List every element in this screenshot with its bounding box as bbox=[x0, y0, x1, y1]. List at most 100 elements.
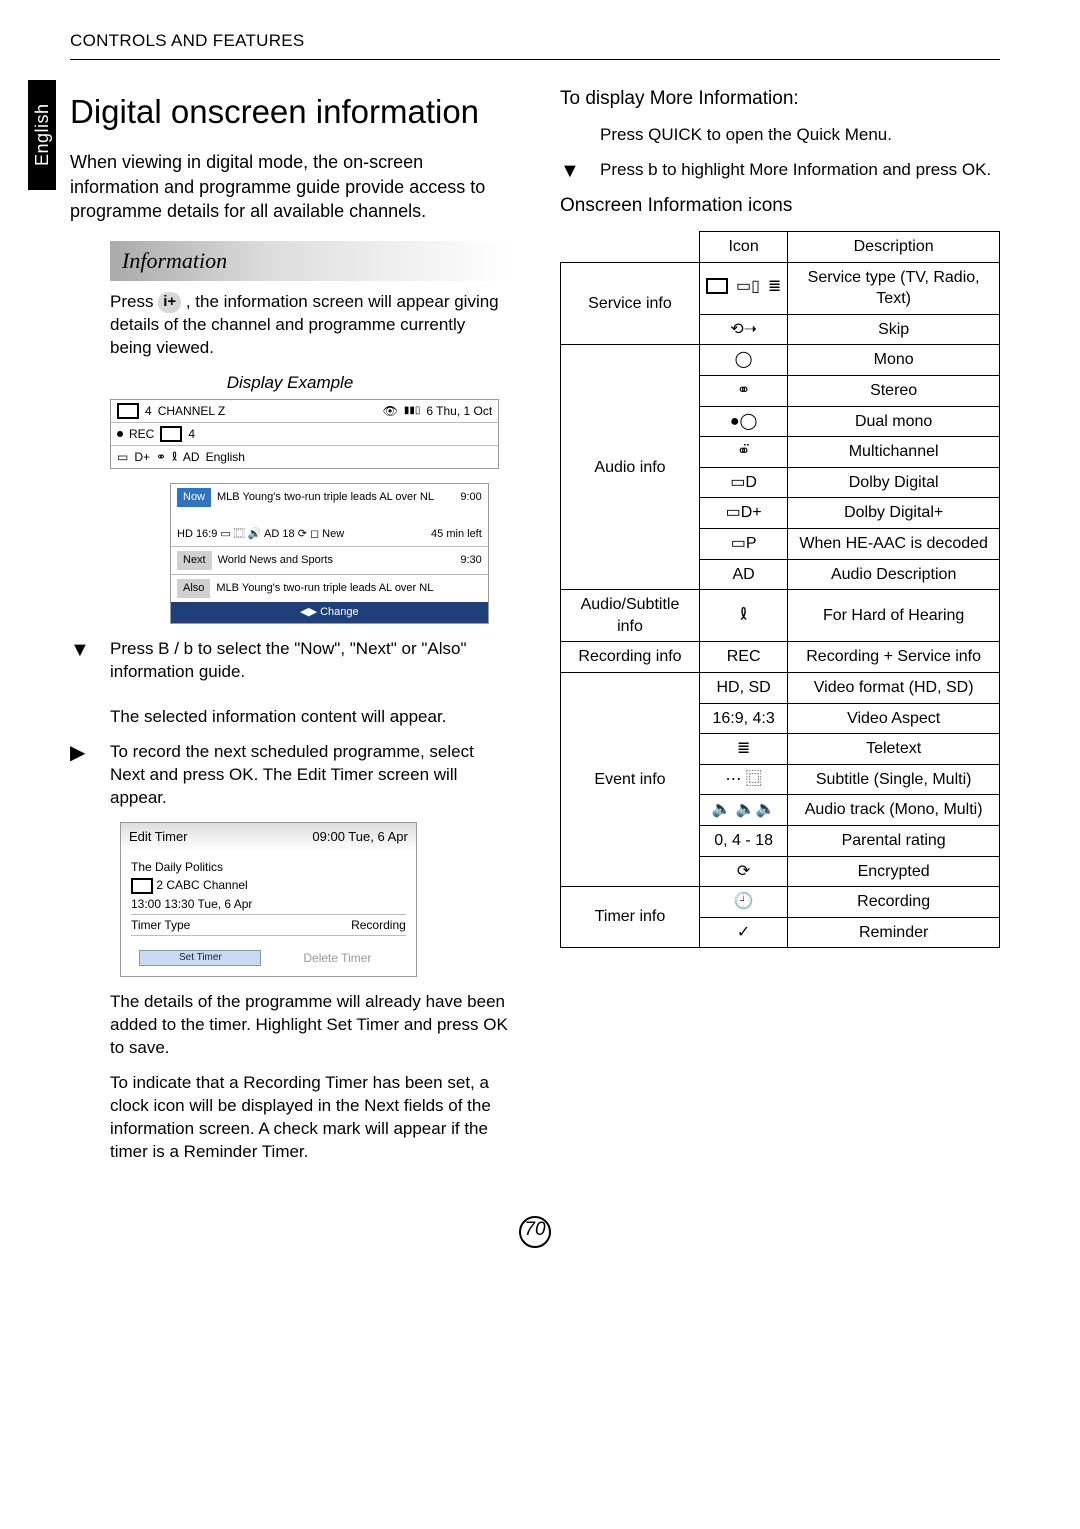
step2-text: Press B / b to select the "Now", "Next" … bbox=[110, 638, 510, 684]
description-cell: Mono bbox=[788, 345, 1000, 376]
table-row: Audio info◯Mono bbox=[561, 345, 1000, 376]
edit-timer-box: Edit Timer 09:00 Tue, 6 Apr The Daily Po… bbox=[120, 822, 417, 977]
now-tag: Now bbox=[177, 488, 211, 507]
icon-cell: ⋯ ⿴ bbox=[699, 764, 787, 795]
icon-cell: ▭P bbox=[699, 529, 787, 560]
icon-cell: ⟲➝ bbox=[699, 314, 787, 345]
dolby-label: D+ bbox=[134, 449, 150, 465]
info-button-icon: i+ bbox=[158, 292, 181, 312]
description-cell: Multichannel bbox=[788, 437, 1000, 468]
more-info-step: Press b to highlight More Information an… bbox=[560, 159, 1000, 182]
icon-cell: ✓ bbox=[699, 917, 787, 948]
icon-cell: ⟳ bbox=[699, 856, 787, 887]
description-cell: Audio Description bbox=[788, 559, 1000, 590]
icon-cell: 16:9, 4:3 bbox=[699, 703, 787, 734]
description-cell: Teletext bbox=[788, 734, 1000, 765]
icon-cell: ≣ bbox=[699, 734, 787, 765]
tv-icon bbox=[706, 278, 728, 294]
more-info-text: Press b to highlight More Information an… bbox=[600, 159, 991, 182]
header-rule bbox=[70, 59, 1000, 60]
now-next-also-box: Now MLB Young's two-run triple leads AL … bbox=[170, 483, 489, 623]
feature-icons: HD 16:9 ▭ ⿴ 🔊 AD 18 ⟳ ◻ New bbox=[177, 527, 344, 542]
next-program: World News and Sports bbox=[218, 553, 333, 568]
icon-cell: HD, SD bbox=[699, 673, 787, 704]
description-cell: Dolby Digital+ bbox=[788, 498, 1000, 529]
category-cell: Audio/Subtitle info bbox=[561, 590, 700, 642]
display-example-caption: Display Example bbox=[70, 372, 510, 395]
audio-lang: English bbox=[206, 449, 245, 465]
description-cell: Skip bbox=[788, 314, 1000, 345]
left-column: Digital onscreen information When viewin… bbox=[70, 80, 510, 1176]
display-date: 6 Thu, 1 Oct bbox=[426, 403, 492, 419]
next-tag: Next bbox=[177, 551, 212, 570]
section-heading: Information bbox=[110, 241, 510, 281]
description-cell: Dolby Digital bbox=[788, 467, 1000, 498]
radio-icon: ▭▯ bbox=[736, 276, 760, 298]
icons-heading: Onscreen Information icons bbox=[560, 193, 1000, 219]
icon-cell: 🕘 bbox=[699, 887, 787, 918]
th-description: Description bbox=[788, 232, 1000, 263]
description-cell: When HE-AAC is decoded bbox=[788, 529, 1000, 560]
category-cell: Audio info bbox=[561, 345, 700, 590]
icon-cell: 0, 4 - 18 bbox=[699, 825, 787, 856]
signal-icon: ▮▮▯ bbox=[404, 404, 421, 418]
description-cell: Recording bbox=[788, 887, 1000, 918]
table-row: Recording infoRECRecording + Service inf… bbox=[561, 642, 1000, 673]
channel-name: CHANNEL Z bbox=[158, 403, 226, 419]
onscreen-icons-table: Icon Description Service info ▭▯ ≣Servic… bbox=[560, 231, 1000, 948]
text-icon: ≣ bbox=[768, 276, 781, 298]
next-time: 9:30 bbox=[460, 553, 481, 568]
time-left: 45 min left bbox=[431, 527, 482, 542]
icon-cell: ●◯ bbox=[699, 406, 787, 437]
description-cell: Audio track (Mono, Multi) bbox=[788, 795, 1000, 826]
th-icon: Icon bbox=[699, 232, 787, 263]
set-timer-button[interactable]: Set Timer bbox=[139, 950, 261, 966]
description-cell: Service type (TV, Radio, Text) bbox=[788, 262, 1000, 314]
timer-type-value: Recording bbox=[351, 917, 406, 933]
step2b-text: The selected information content will ap… bbox=[110, 706, 510, 729]
tv-icon-3 bbox=[131, 878, 153, 894]
description-cell: Encrypted bbox=[788, 856, 1000, 887]
rec-label: REC bbox=[129, 426, 154, 442]
description-cell: Reminder bbox=[788, 917, 1000, 948]
page-number-value: 70 bbox=[519, 1216, 551, 1248]
also-tag: Also bbox=[177, 579, 210, 598]
icon-cell: ▭▯ ≣ bbox=[699, 262, 787, 314]
timer-icon-text: To indicate that a Recording Timer has b… bbox=[110, 1072, 510, 1164]
also-program: MLB Young's two-run triple leads AL over… bbox=[216, 581, 433, 596]
timer-title: Edit Timer bbox=[129, 828, 188, 846]
description-cell: Recording + Service info bbox=[788, 642, 1000, 673]
page-number: 70 bbox=[70, 1216, 1000, 1248]
table-row: Timer info🕘Recording bbox=[561, 887, 1000, 918]
timer-detail-text: The details of the programme will alread… bbox=[110, 991, 510, 1060]
step3-text: To record the next scheduled programme, … bbox=[110, 741, 510, 810]
p1a: Press bbox=[110, 292, 158, 311]
timer-date: 09:00 Tue, 6 Apr bbox=[312, 828, 407, 846]
icon-cell: 𐑙 bbox=[699, 590, 787, 642]
down-arrow-icon-2 bbox=[560, 159, 600, 181]
display-example-box: 4 CHANNEL Z 👁 ▮▮▯ 6 Thu, 1 Oct REC 4 ▭ D… bbox=[110, 399, 499, 470]
description-cell: Dual mono bbox=[788, 406, 1000, 437]
step-select-guide: Press B / b to select the "Now", "Next" … bbox=[70, 638, 510, 730]
icon-cell: ⚭ bbox=[699, 376, 787, 407]
channel-number: 4 bbox=[145, 403, 152, 419]
step-record-next: To record the next scheduled programme, … bbox=[70, 741, 510, 810]
timer-service: 2 CABC Channel bbox=[156, 878, 247, 892]
category-cell: Timer info bbox=[561, 887, 700, 948]
category-cell: Service info bbox=[561, 262, 700, 345]
rec-dot-icon bbox=[117, 431, 123, 437]
delete-timer-button[interactable]: Delete Timer bbox=[277, 950, 397, 966]
eye-icon: 👁 bbox=[383, 403, 398, 419]
right-arrow-icon bbox=[70, 741, 110, 763]
page: CONTROLS AND FEATURES English Digital on… bbox=[0, 0, 1080, 1278]
icon-cell: ▭D+ bbox=[699, 498, 787, 529]
category-cell: Recording info bbox=[561, 642, 700, 673]
procedure-heading: To display More Information: bbox=[560, 86, 1000, 112]
quick-step: Press QUICK to open the Quick Menu. bbox=[600, 124, 1000, 147]
icon-cell: ◯ bbox=[699, 345, 787, 376]
description-cell: Video format (HD, SD) bbox=[788, 673, 1000, 704]
icon-cell: ▭D bbox=[699, 467, 787, 498]
language-tab: English bbox=[28, 80, 56, 190]
down-arrow-icon bbox=[70, 638, 110, 660]
tv-icon bbox=[117, 403, 139, 419]
